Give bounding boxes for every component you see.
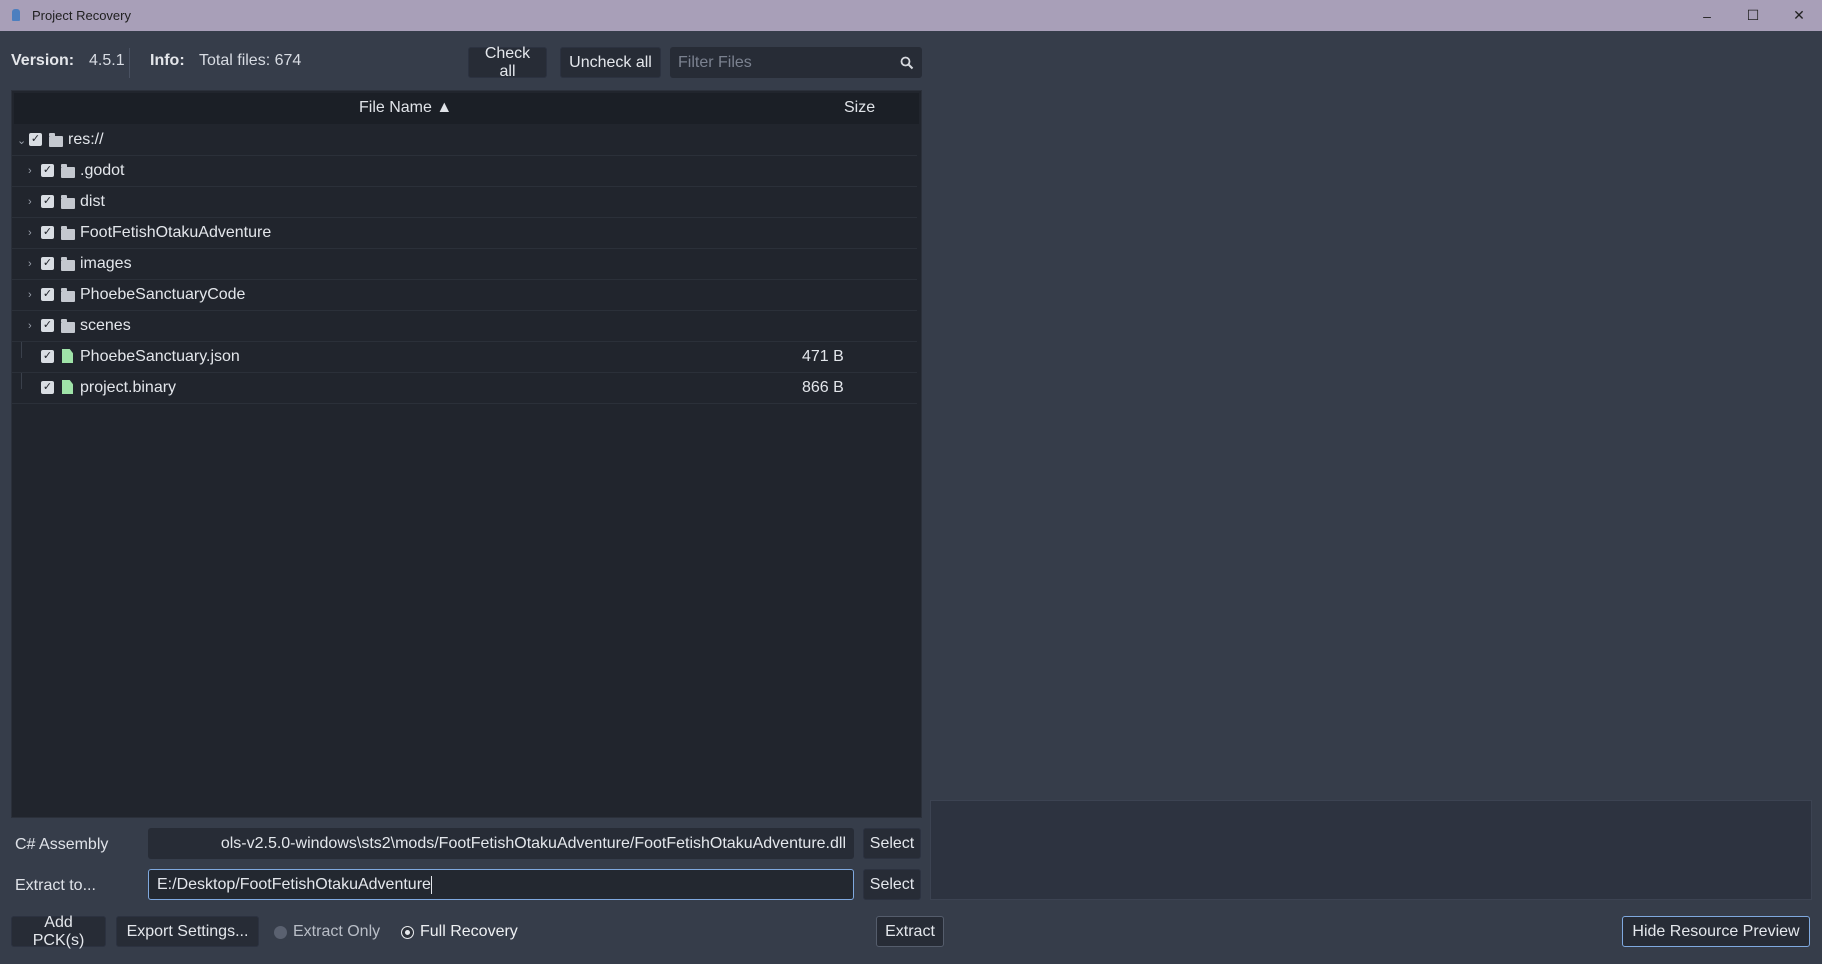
check-all-button[interactable]: Check all [468, 45, 547, 80]
row-label: PhoebeSanctuary.json [80, 348, 240, 365]
row-label: FootFetishOtakuAdventure [80, 224, 272, 241]
window-title: Project Recovery [32, 8, 131, 23]
checkbox[interactable]: ✓ [41, 195, 54, 208]
assembly-path-value: ols-v2.5.0-windows\sts2\mods/FootFetishO… [220, 834, 846, 852]
folder-icon [61, 319, 75, 333]
row-label: images [80, 255, 132, 272]
tree-row[interactable]: ✓ PhoebeSanctuary.json 471 B [12, 342, 917, 373]
tree-row[interactable]: ✓ project.binary 866 B [12, 373, 917, 404]
chevron-right-icon[interactable]: › [28, 290, 38, 301]
tree-row[interactable]: › ✓ dist [12, 187, 917, 218]
folder-icon [61, 164, 75, 178]
chevron-right-icon[interactable]: › [28, 259, 38, 270]
extract-only-label[interactable]: Extract Only [293, 923, 380, 941]
checkbox[interactable]: ✓ [41, 381, 54, 394]
add-pck-button[interactable]: Add PCK(s) [11, 914, 106, 949]
full-recovery-radio[interactable] [401, 926, 414, 939]
app-icon [10, 8, 24, 24]
folder-icon [49, 133, 63, 147]
row-label: PhoebeSanctuaryCode [80, 286, 246, 303]
toolbar: Version: 4.5.1 Info: Total files: 674 Ch… [0, 31, 930, 95]
row-label: project.binary [80, 379, 177, 396]
text-caret [430, 875, 432, 894]
chevron-right-icon[interactable]: › [28, 166, 38, 177]
extract-button[interactable]: Extract [876, 916, 944, 947]
resource-preview-panel [930, 800, 1812, 900]
column-size[interactable]: Size [844, 99, 875, 117]
tree-row[interactable]: › ✓ scenes [12, 311, 917, 342]
folder-icon [61, 226, 75, 240]
extract-to-label: Extract to... [15, 877, 96, 894]
checkbox[interactable]: ✓ [41, 350, 54, 363]
assembly-select-button[interactable]: Select [863, 828, 921, 859]
folder-icon [61, 288, 75, 302]
tree-header: File Name ▲ Size [14, 93, 919, 124]
tree-guide-line [21, 342, 22, 358]
version-label: Version: [11, 52, 75, 69]
tree-row[interactable]: › ✓ images [12, 249, 917, 280]
full-recovery-label[interactable]: Full Recovery [420, 923, 518, 941]
close-button[interactable]: ✕ [1776, 0, 1822, 31]
tree-row[interactable]: › ✓ .godot [12, 156, 917, 187]
extract-to-select-button[interactable]: Select [863, 869, 921, 900]
hide-resource-preview-button[interactable]: Hide Resource Preview [1622, 916, 1810, 947]
checkbox[interactable]: ✓ [41, 288, 54, 301]
minimize-button[interactable]: – [1684, 0, 1730, 31]
row-size: 471 B [802, 348, 844, 365]
filter-files-input[interactable]: Filter Files [670, 47, 922, 78]
folder-icon [61, 257, 75, 271]
file-icon [62, 349, 73, 363]
tree-row[interactable]: › ✓ FootFetishOtakuAdventure [12, 218, 917, 249]
row-label: dist [80, 193, 105, 210]
filter-placeholder: Filter Files [678, 53, 752, 71]
search-icon[interactable] [900, 56, 914, 70]
uncheck-all-button[interactable]: Uncheck all [560, 47, 661, 78]
info-label: Info: [150, 52, 185, 69]
column-file-name[interactable]: File Name ▲ [359, 99, 452, 117]
checkbox[interactable]: ✓ [29, 133, 42, 146]
row-size: 866 B [802, 379, 844, 396]
chevron-right-icon[interactable]: › [28, 197, 38, 208]
toolbar-separator [129, 48, 130, 78]
row-label: .godot [80, 162, 125, 179]
folder-icon [61, 195, 75, 209]
extract-only-radio[interactable] [274, 926, 287, 939]
tree-rows: ⌄ ✓ res:// › ✓ .godot › ✓ dist › ✓ FootF… [12, 125, 917, 404]
title-bar: Project Recovery – ☐ ✕ [0, 0, 1822, 31]
file-icon [62, 380, 73, 394]
export-settings-button[interactable]: Export Settings... [116, 916, 259, 947]
assembly-label: C# Assembly [15, 836, 109, 853]
row-label: res:// [68, 131, 104, 148]
extract-to-input[interactable]: E:/Desktop/FootFetishOtakuAdventure [148, 869, 854, 900]
row-label: scenes [80, 317, 131, 334]
chevron-down-icon[interactable]: ⌄ [17, 136, 27, 147]
chevron-right-icon[interactable]: › [28, 321, 38, 332]
checkbox[interactable]: ✓ [41, 319, 54, 332]
chevron-right-icon[interactable]: › [28, 228, 38, 239]
maximize-button[interactable]: ☐ [1730, 0, 1776, 31]
file-tree[interactable]: File Name ▲ Size ⌄ ✓ res:// › ✓ .godot ›… [11, 90, 922, 818]
info-value: Total files: 674 [199, 52, 302, 69]
checkbox[interactable]: ✓ [41, 164, 54, 177]
checkbox[interactable]: ✓ [41, 226, 54, 239]
tree-row-root[interactable]: ⌄ ✓ res:// [12, 125, 917, 156]
tree-guide-line [21, 373, 22, 389]
assembly-path-input[interactable]: ols-v2.5.0-windows\sts2\mods/FootFetishO… [148, 828, 854, 859]
checkbox[interactable]: ✓ [41, 257, 54, 270]
tree-row[interactable]: › ✓ PhoebeSanctuaryCode [12, 280, 917, 311]
version-value: 4.5.1 [89, 52, 125, 69]
extract-to-value: E:/Desktop/FootFetishOtakuAdventure [157, 875, 431, 893]
